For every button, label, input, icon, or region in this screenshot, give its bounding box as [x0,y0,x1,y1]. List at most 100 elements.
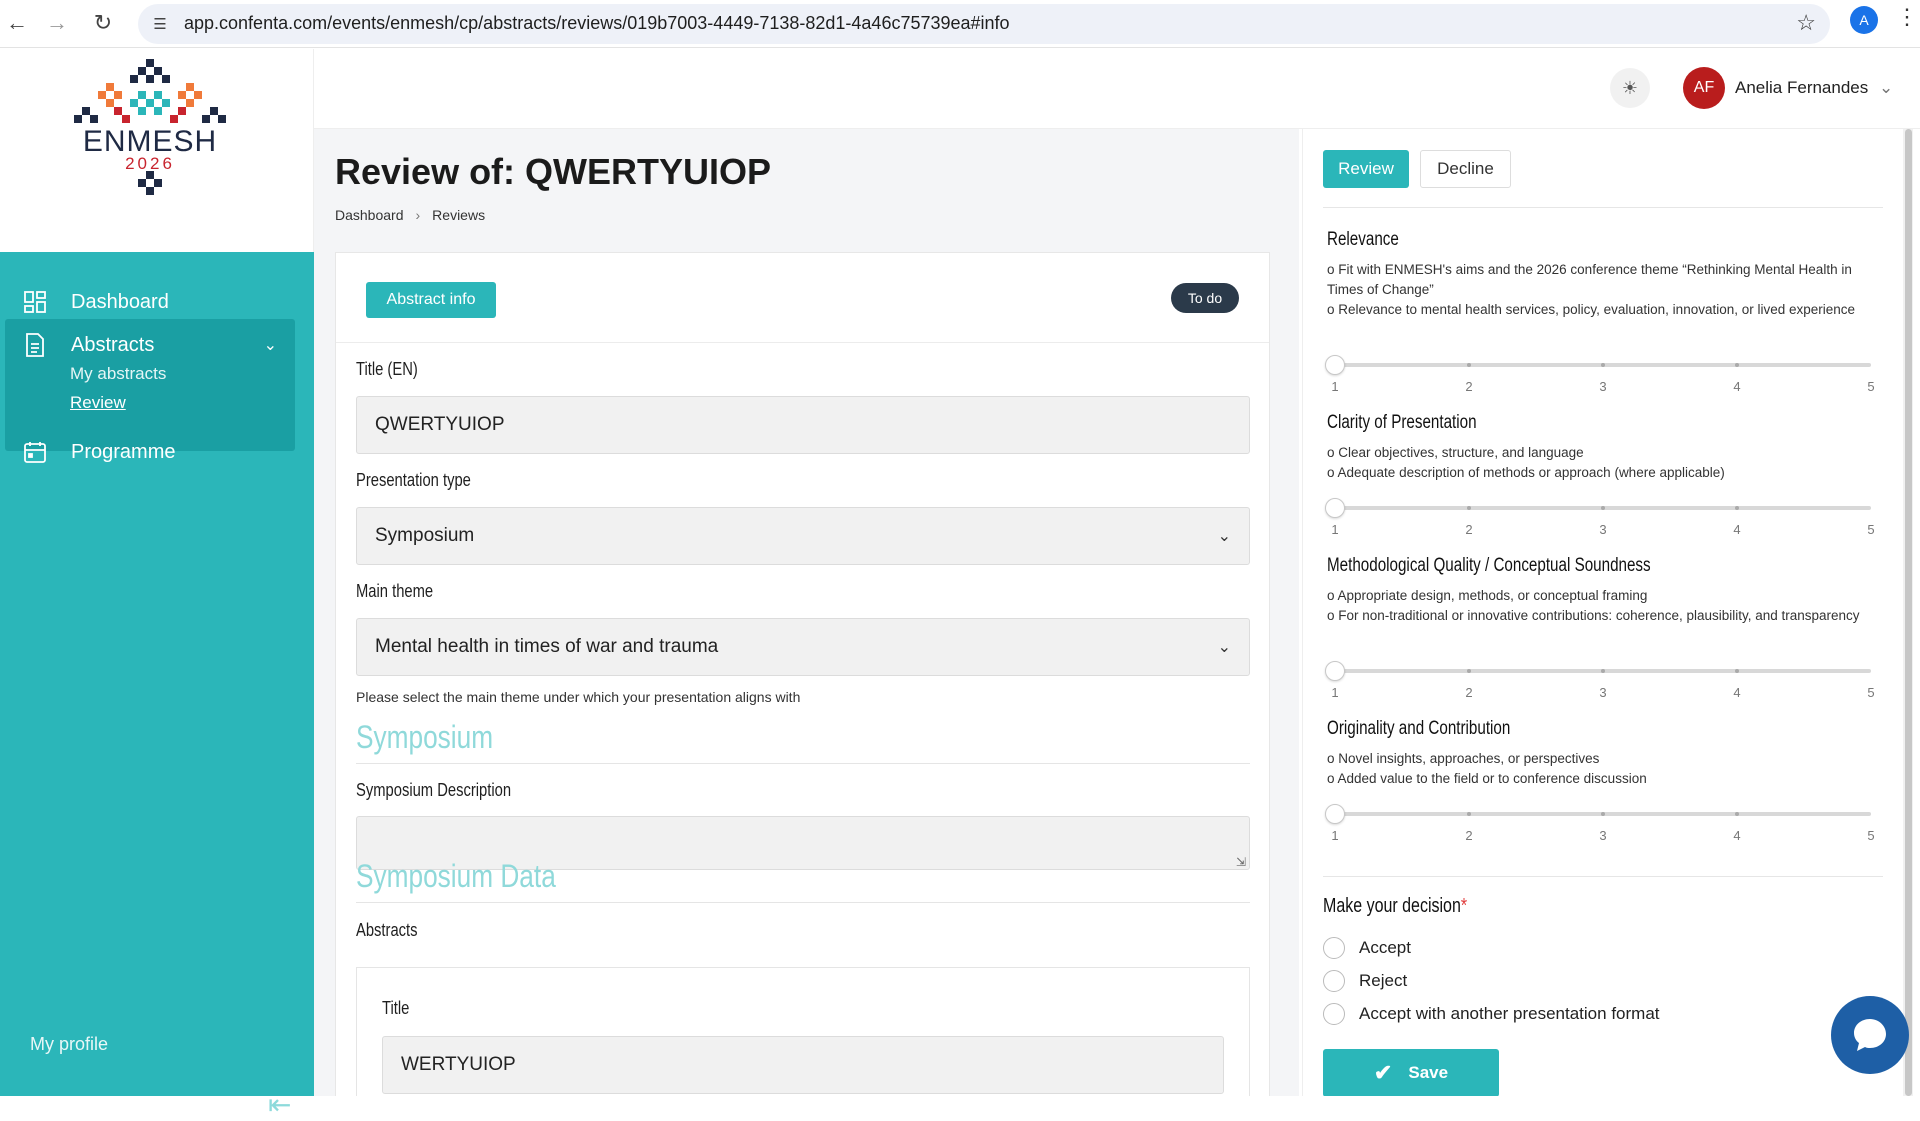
title-value: QWERTYUIOP [375,414,505,435]
breadcrumb-dashboard[interactable]: Dashboard [335,207,404,223]
sidebar-subitem-review[interactable]: Review [70,393,126,413]
slider-tick-label: 5 [1867,522,1875,537]
sidebar-item-my-profile[interactable]: My profile [30,1034,108,1055]
radio-label: Accept [1359,938,1411,957]
criterion-line: o Fit with ENMESH's aims and the 2026 co… [1327,262,1852,297]
section-symposium-data: Symposium Data [356,858,556,894]
slider-handle[interactable] [1325,804,1345,824]
user-menu[interactable]: Anelia Fernandes ⌄ [1735,78,1893,98]
decision-accept-other-format-radio[interactable]: Accept with another presentation format [1323,1003,1660,1025]
theme-toggle-sun-icon[interactable]: ☀ [1610,68,1650,108]
slider-step-dot [1467,812,1471,816]
slider-tick-label: 3 [1599,828,1607,843]
slider-tick-label: 1 [1331,685,1339,700]
criterion-line: o Appropriate design, methods, or concep… [1327,588,1648,603]
slider-tick-label: 2 [1465,828,1473,843]
enmesh-logo[interactable]: ENMESH 2026 [70,59,230,209]
section-symposium: Symposium [356,719,494,755]
site-settings-icon[interactable]: ☰ [148,12,172,36]
divider [1323,876,1883,877]
sidebar-item-programme[interactable]: Programme [5,426,295,478]
radio-circle[interactable] [1323,1003,1345,1025]
slider-step-dot [1467,363,1471,367]
inner-title-value: WERTYUIOP [401,1054,516,1075]
review-tab[interactable]: Review [1323,150,1409,188]
check-icon: ✔ [1373,1060,1393,1085]
save-label: Save [1408,1063,1449,1082]
browser-menu-icon[interactable]: ⋮ [1896,4,1918,30]
sidebar-subitem-my-abstracts[interactable]: My abstracts [70,364,166,384]
relevance-slider[interactable]: 1 2 3 4 5 [1325,355,1875,395]
slider-tick-label: 3 [1599,379,1607,394]
back-arrow-icon[interactable]: ← [0,6,34,40]
user-name: Anelia Fernandes [1735,78,1869,97]
slider-step-dot [1601,506,1605,510]
inner-title-input[interactable]: WERTYUIOP [382,1036,1224,1094]
chevron-down-icon: ⌄ [1879,78,1894,97]
abstract-info-tab[interactable]: Abstract info [366,282,496,318]
decision-accept-radio[interactable]: Accept [1323,937,1411,959]
decision-reject-radio[interactable]: Reject [1323,970,1407,992]
bookmark-star-icon[interactable]: ☆ [1796,10,1816,36]
chat-widget-button[interactable] [1831,996,1909,1074]
panel-scrollbar-thumb[interactable] [1905,129,1912,1096]
save-button[interactable]: ✔ Save [1323,1049,1499,1096]
slider-tick-label: 3 [1599,522,1607,537]
forward-arrow-icon[interactable]: → [40,6,74,40]
main-theme-help: Please select the main theme under which… [356,689,801,705]
methodology-slider[interactable]: 1 2 3 4 5 [1325,661,1875,701]
slider-tick-label: 2 [1465,685,1473,700]
slider-step-dot [1735,812,1739,816]
abstract-entry-card: Title WERTYUIOP [356,967,1250,1096]
address-bar[interactable]: ☰ app.confenta.com/events/enmesh/cp/abst… [138,4,1830,44]
slider-handle[interactable] [1325,498,1345,518]
main-content: Review of: QWERTYUIOP Dashboard › Review… [314,129,1299,1096]
browser-toolbar: ← → ↻ ☰ app.confenta.com/events/enmesh/c… [0,0,1920,48]
sidebar-item-label: Dashboard [71,290,169,313]
criterion-description: o Novel insights, approaches, or perspec… [1327,749,1867,789]
main-theme-label: Main theme [356,581,434,601]
sidebar-item-label: Programme [71,440,176,463]
criterion-line: o Adequate description of methods or app… [1327,465,1725,480]
chevron-down-icon: ⌄ [1217,528,1231,545]
slider-tick-label: 1 [1331,379,1339,394]
sidebar-nav: Dashboard Abstracts ⌄ My abstracts Revie… [0,252,314,1120]
slider-tick-label: 5 [1867,379,1875,394]
logo-area: ENMESH 2026 [0,49,314,252]
browser-profile-avatar[interactable]: A [1850,6,1878,34]
clarity-slider[interactable]: 1 2 3 4 5 [1325,498,1875,538]
decline-tab[interactable]: Decline [1420,150,1511,188]
reload-icon[interactable]: ↻ [86,6,120,40]
presentation-type-value: Symposium [375,525,475,546]
breadcrumb: Dashboard › Reviews [335,207,485,223]
slider-tick-label: 2 [1465,522,1473,537]
card-header: Abstract info To do [336,253,1269,343]
radio-circle[interactable] [1323,970,1345,992]
title-input[interactable]: QWERTYUIOP [356,396,1250,454]
radio-label: Accept with another presentation format [1359,1004,1660,1023]
collapse-sidebar-icon[interactable]: ⇤ [268,1088,291,1121]
chevron-down-icon[interactable]: ⌄ [264,335,277,355]
criterion-description: o Clear objectives, structure, and langu… [1327,443,1867,483]
top-bar: ☀ AF Anelia Fernandes ⌄ [314,49,1920,129]
criterion-title: Originality and Contribution [1327,718,1511,739]
resize-handle-icon[interactable]: ⇲ [1236,855,1246,869]
abstracts-label: Abstracts [356,920,418,940]
abstract-card: Abstract info To do Title (EN) QWERTYUIO… [335,252,1270,1096]
slider-handle[interactable] [1325,661,1345,681]
slider-tick-label: 4 [1733,828,1741,843]
criterion-line: o Novel insights, approaches, or perspec… [1327,751,1600,766]
slider-handle[interactable] [1325,355,1345,375]
originality-slider[interactable]: 1 2 3 4 5 [1325,804,1875,844]
review-panel: Review Decline Relevance o Fit with ENME… [1302,129,1903,1096]
main-theme-select[interactable]: Mental health in times of war and trauma… [356,618,1250,676]
url-text[interactable]: app.confenta.com/events/enmesh/cp/abstra… [184,13,1010,34]
sidebar-item-label: Abstracts [71,333,155,356]
criterion-title: Relevance [1327,229,1399,250]
avatar[interactable]: AF [1683,67,1725,109]
document-icon [21,331,49,359]
page-title: Review of: QWERTYUIOP [335,151,772,192]
breadcrumb-reviews[interactable]: Reviews [432,207,485,223]
radio-circle[interactable] [1323,937,1345,959]
presentation-type-select[interactable]: Symposium ⌄ [356,507,1250,565]
